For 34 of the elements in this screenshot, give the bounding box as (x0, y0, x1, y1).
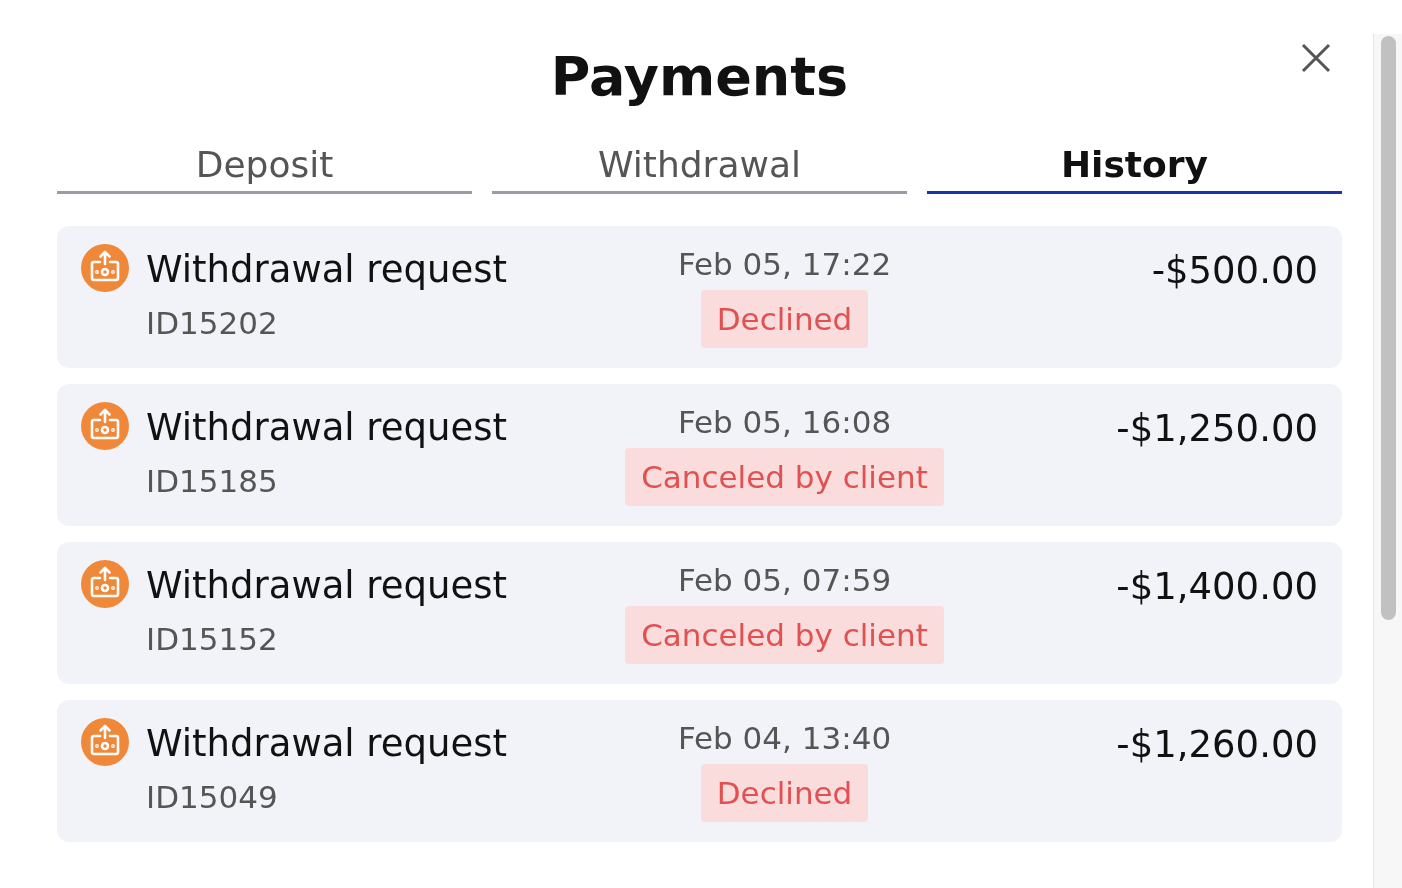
transaction-card[interactable]: Withdrawal request ID15185 Feb 05, 16:08 Canceled by client -$1,250.00 (57, 384, 1342, 526)
status-badge: Declined (700, 764, 869, 822)
transaction-id: ID15152 (146, 620, 279, 659)
transaction-title: Withdrawal request (146, 405, 507, 451)
status-badge: Declined (700, 290, 869, 348)
scrollbar-thumb[interactable] (1380, 36, 1396, 620)
dialog-title: Payments (550, 44, 849, 110)
transaction-amount: -$1,400.00 (1116, 564, 1318, 610)
transaction-amount: -$1,260.00 (1116, 722, 1318, 768)
transaction-title: Withdrawal request (146, 721, 507, 767)
transaction-id: ID15049 (146, 778, 279, 817)
cash-upload-icon (81, 560, 129, 608)
tab[interactable]: Withdrawal (492, 144, 907, 194)
transaction-title: Withdrawal request (146, 247, 507, 293)
tab[interactable]: History (927, 144, 1342, 194)
transaction-date: Feb 05, 16:08 (677, 403, 892, 442)
transaction-amount: -$500.00 (1151, 248, 1318, 294)
transaction-card[interactable]: Withdrawal request ID15202 Feb 05, 17:22 Declined -$500.00 (57, 226, 1342, 368)
cash-upload-icon (81, 718, 129, 766)
transaction-card[interactable]: Withdrawal request ID15049 Feb 04, 13:40 Declined -$1,260.00 (57, 700, 1342, 842)
transaction-amount: -$1,250.00 (1116, 406, 1318, 452)
status-badge: Canceled by client (625, 448, 944, 506)
transaction-date: Feb 05, 07:59 (677, 561, 892, 600)
scrollbar-track[interactable] (1373, 34, 1402, 888)
transaction-id: ID15202 (146, 304, 279, 343)
transaction-title: Withdrawal request (146, 563, 507, 609)
transaction-date: Feb 05, 17:22 (677, 245, 892, 284)
transaction-id: ID15185 (146, 462, 279, 501)
status-badge: Canceled by client (625, 606, 944, 664)
transaction-date: Feb 04, 13:40 (677, 719, 892, 758)
cash-upload-icon (81, 402, 129, 450)
tab[interactable]: Deposit (57, 144, 472, 194)
transaction-card[interactable]: Withdrawal request ID15152 Feb 05, 07:59 Canceled by client -$1,400.00 (57, 542, 1342, 684)
cash-upload-icon (81, 244, 129, 292)
